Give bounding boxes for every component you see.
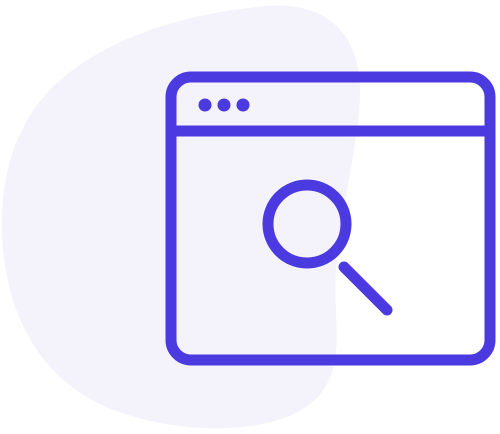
window-control-dot-2 (217, 98, 231, 112)
window-control-dot-3 (236, 98, 250, 112)
illustration-canvas (0, 0, 500, 434)
browser-search-illustration (1, 5, 496, 429)
browser-window-icon (165, 71, 496, 366)
window-control-dot-1 (198, 98, 212, 112)
browser-window-frame (165, 71, 496, 366)
